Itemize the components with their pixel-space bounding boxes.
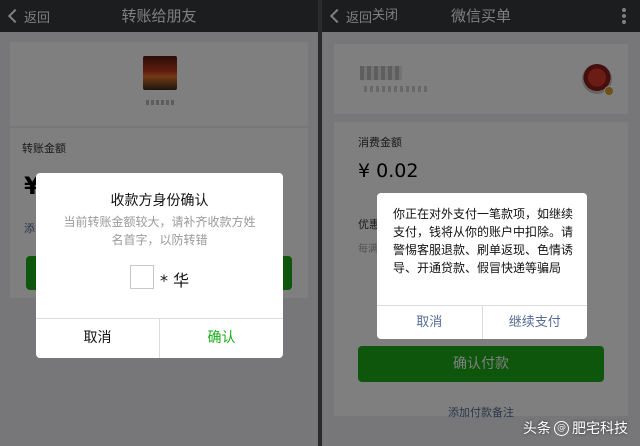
continue-pay-button[interactable]: 继续支付 bbox=[481, 306, 588, 339]
watermark-name: 肥宅科技 bbox=[572, 421, 628, 437]
dialog-title: 收款方身份确认 bbox=[110, 193, 209, 209]
cancel-button[interactable]: 取消 bbox=[377, 306, 482, 339]
payment-warning-dialog: 你正在对外支付一笔款项，如继续支付，钱将从你的账户中扣除。请警惕客服退款、刷单返… bbox=[377, 193, 587, 339]
transfer-screen: 返回 转账给朋友 转账金额 ¥ 添 收款方身份确认 当前转账金额较大，请补齐收款… bbox=[0, 0, 318, 446]
dialog-buttons: 取消 确认 bbox=[36, 318, 283, 358]
confirm-button[interactable]: 确认 bbox=[159, 319, 283, 358]
warning-message: 你正在对外支付一笔款项，如继续支付，钱将从你的账户中扣除。请警惕客服退款、刷单返… bbox=[393, 207, 574, 275]
watermark-at-icon: @ bbox=[554, 420, 569, 436]
watermark: 头条 @ 肥宅科技 bbox=[523, 418, 628, 438]
name-suffix: * 华 bbox=[160, 271, 190, 290]
screenshot-root: 返回 转账给朋友 转账金额 ¥ 添 收款方身份确认 当前转账金额较大，请补齐收款… bbox=[0, 0, 640, 446]
identity-confirm-dialog: 收款方身份确认 当前转账金额较大，请补齐收款方姓名首字，以防转错 * 华 取消 … bbox=[36, 173, 283, 358]
cancel-button[interactable]: 取消 bbox=[36, 319, 159, 358]
name-checkbox[interactable] bbox=[130, 265, 154, 289]
dialog-message: 当前转账金额较大，请补齐收款方姓名首字，以防转错 bbox=[63, 215, 256, 247]
watermark-prefix: 头条 bbox=[523, 421, 551, 437]
dialog-buttons: 取消 继续支付 bbox=[377, 305, 587, 339]
wechat-pay-screen: 返回 关闭 微信买单 消费金额 ¥ 0.02 优惠 每满 确认付款 添加付款备注… bbox=[322, 0, 640, 446]
